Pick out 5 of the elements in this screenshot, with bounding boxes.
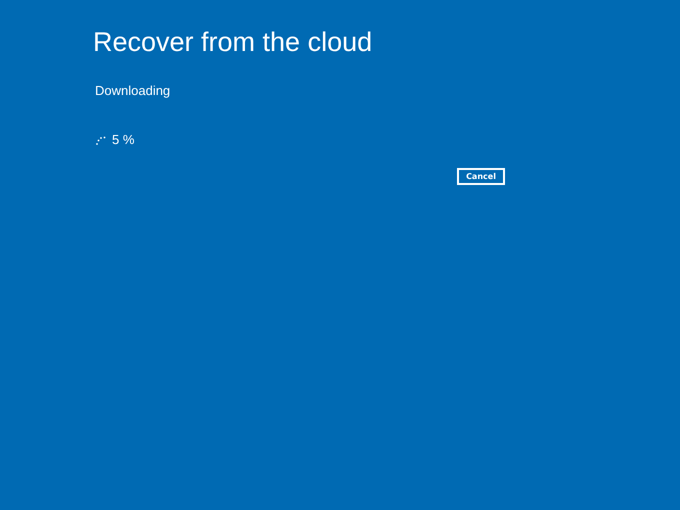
status-text: Downloading xyxy=(94,82,172,100)
cancel-button[interactable]: Cancel xyxy=(457,168,505,185)
spinner-icon xyxy=(95,134,106,146)
page-title: Recover from the cloud xyxy=(93,26,374,59)
progress-percent: 5 % xyxy=(112,131,134,149)
